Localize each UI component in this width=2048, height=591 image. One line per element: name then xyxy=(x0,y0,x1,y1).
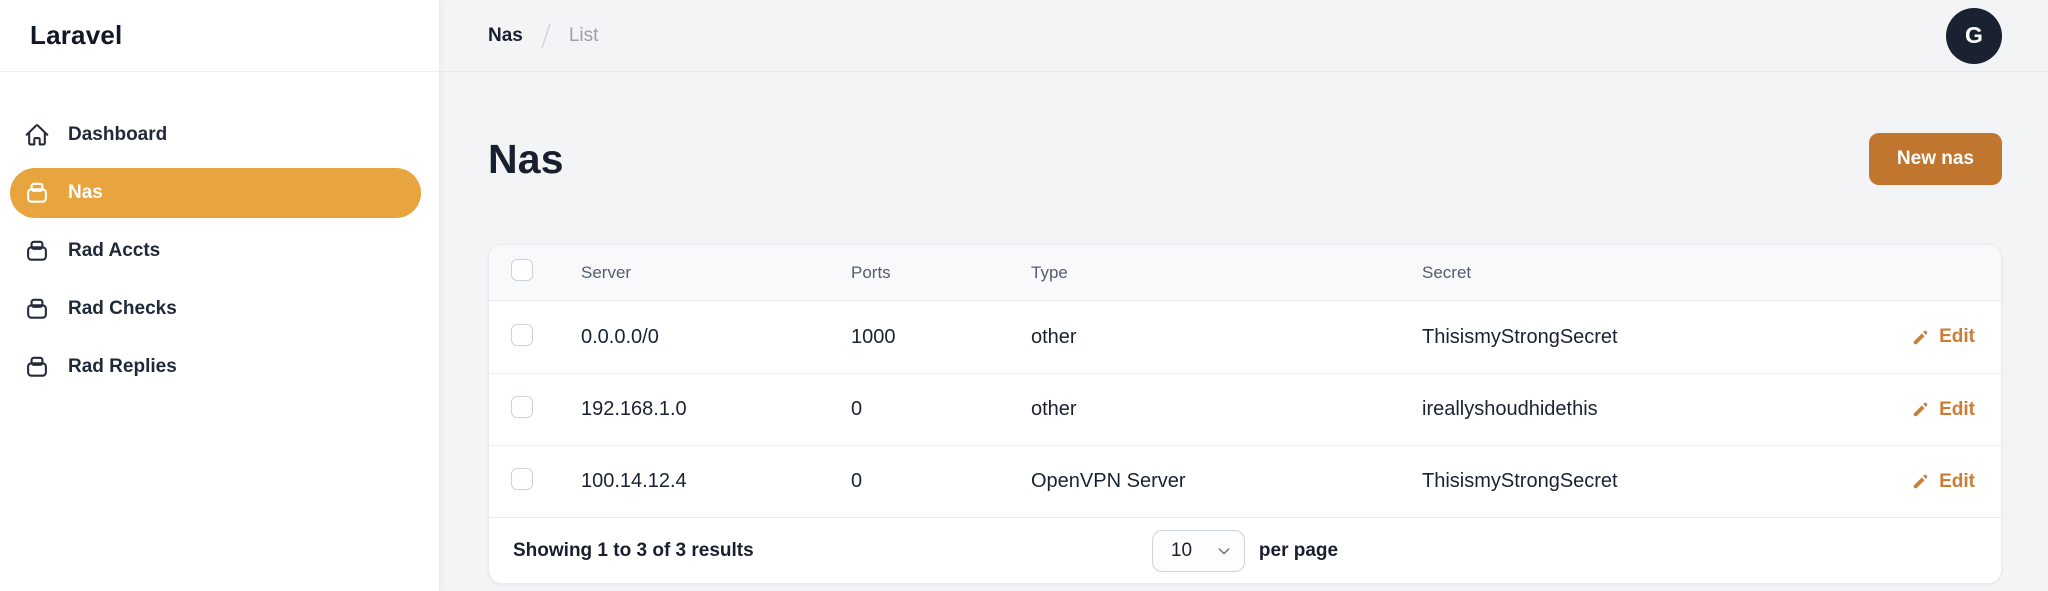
sidebar-item-label: Dashboard xyxy=(68,124,168,145)
table-header-row: Server Ports Type Secret xyxy=(489,245,2001,301)
new-nas-button[interactable]: New nas xyxy=(1868,133,2002,185)
app-window: Laravel Dashboard Nas Rad Accts Rad Chec… xyxy=(0,0,2048,591)
edit-label: Edit xyxy=(1939,326,1975,347)
row-checkbox-cell xyxy=(489,468,581,495)
archive-box-icon xyxy=(24,180,50,206)
column-header-ports: Ports xyxy=(851,262,891,282)
sidebar-item-nas[interactable]: Nas xyxy=(10,168,421,218)
cell-actions: Edit xyxy=(1851,326,2001,348)
cell-type: other xyxy=(1031,398,1077,420)
pencil-icon xyxy=(1913,402,1928,417)
column-header-secret: Secret xyxy=(1422,262,1472,282)
nas-table-card: Server Ports Type Secret 0.0.0.0/0 1000 … xyxy=(488,244,2002,584)
breadcrumb-separator xyxy=(539,21,553,51)
sidebar-item-label: Rad Checks xyxy=(68,298,177,319)
page-content: Nas New nas Server Ports Type Secret 0.0… xyxy=(440,72,2048,584)
breadcrumb-item-nas[interactable]: Nas xyxy=(488,25,523,47)
avatar-initial: G xyxy=(1965,22,1983,48)
cell-ports: 0 xyxy=(851,470,863,492)
page-title: Nas xyxy=(488,135,564,182)
cell-secret: ThisismyStrongSecret xyxy=(1422,325,1618,348)
cell-ports: 1000 xyxy=(851,325,896,348)
breadcrumb-item-list: List xyxy=(568,24,599,46)
table-row: 192.168.1.0 0 other ireallyshoudhidethis… xyxy=(489,373,2001,445)
cell-server: 192.168.1.0 xyxy=(581,398,687,420)
row-checkbox-cell xyxy=(489,323,581,351)
edit-link[interactable]: Edit xyxy=(1911,471,1975,493)
breadcrumb: Nas List xyxy=(488,21,598,51)
avatar[interactable]: G xyxy=(1946,7,2002,64)
archive-box-icon xyxy=(24,296,50,322)
sidebar-item-label: Rad Replies xyxy=(68,356,177,377)
sidebar-item-label: Nas xyxy=(68,182,103,203)
row-checkbox[interactable] xyxy=(511,396,533,418)
per-page-value: 10 xyxy=(1170,539,1193,561)
sidebar-item-dashboard[interactable]: Dashboard xyxy=(10,110,421,160)
home-icon xyxy=(24,122,50,148)
edit-link[interactable]: Edit xyxy=(1911,326,1975,348)
topbar: Nas List G xyxy=(440,0,2048,72)
cell-type: other xyxy=(1031,325,1077,348)
header-checkbox-cell xyxy=(489,259,581,286)
cell-actions: Edit xyxy=(1851,399,2001,421)
results-summary: Showing 1 to 3 of 3 results xyxy=(513,539,754,561)
sidebar-item-rad-accts[interactable]: Rad Accts xyxy=(10,226,421,276)
table-row: 0.0.0.0/0 1000 other ThisismyStrongSecre… xyxy=(489,301,2001,373)
sidebar-item-rad-checks[interactable]: Rad Checks xyxy=(10,284,421,334)
per-page-select[interactable]: 10 xyxy=(1151,529,1245,572)
per-page-label: per page xyxy=(1258,539,1339,561)
per-page-group: 10 per page xyxy=(1151,529,1339,572)
cell-server: 0.0.0.0/0 xyxy=(581,325,659,348)
cell-secret: ireallyshoudhidethis xyxy=(1422,398,1598,420)
sidebar-item-rad-replies[interactable]: Rad Replies xyxy=(10,342,421,392)
row-checkbox[interactable] xyxy=(511,468,533,490)
sidebar: Laravel Dashboard Nas Rad Accts Rad Chec… xyxy=(0,0,440,591)
pencil-icon xyxy=(1913,330,1928,344)
cell-actions: Edit xyxy=(1851,471,2001,493)
edit-link[interactable]: Edit xyxy=(1911,399,1975,421)
column-header-type: Type xyxy=(1031,262,1068,282)
table-row: 100.14.12.4 0 OpenVPN Server ThisismyStr… xyxy=(489,445,2001,517)
table-footer: Showing 1 to 3 of 3 results 10 per page xyxy=(489,517,2001,583)
chevron-down-icon xyxy=(1218,547,1230,554)
main-area: Nas List G Nas New nas Server Ports Type… xyxy=(440,0,2048,591)
page-head: Nas New nas xyxy=(488,133,2002,185)
row-checkbox-cell xyxy=(489,396,581,423)
cell-ports: 0 xyxy=(851,398,863,420)
sidebar-nav: Dashboard Nas Rad Accts Rad Checks Rad R… xyxy=(0,72,439,392)
app-logo: Laravel xyxy=(0,0,439,72)
edit-label: Edit xyxy=(1939,398,1975,420)
sidebar-item-label: Rad Accts xyxy=(68,240,161,261)
archive-box-icon xyxy=(24,354,50,380)
app-logo-text: Laravel xyxy=(30,20,123,50)
cell-type: OpenVPN Server xyxy=(1031,470,1186,492)
select-all-checkbox[interactable] xyxy=(511,259,533,281)
column-header-server: Server xyxy=(581,262,632,282)
pencil-icon xyxy=(1913,474,1928,489)
edit-label: Edit xyxy=(1939,470,1975,492)
row-checkbox[interactable] xyxy=(511,323,533,346)
cell-server: 100.14.12.4 xyxy=(581,470,687,492)
archive-box-icon xyxy=(24,238,50,264)
cell-secret: ThisismyStrongSecret xyxy=(1422,470,1618,492)
